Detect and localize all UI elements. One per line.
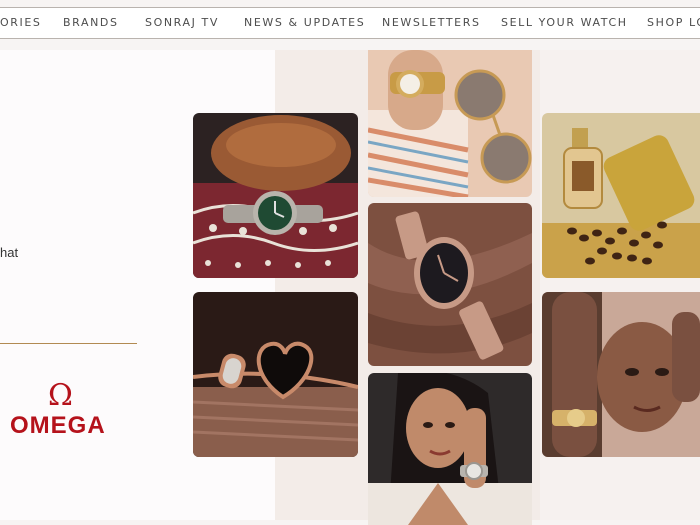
nav-item-stories[interactable]: ORIES	[0, 16, 41, 29]
nav-item-sell-your-watch[interactable]: SELL YOUR WATCH	[501, 16, 628, 29]
gallery-tile-woman-hand-face[interactable]	[542, 292, 700, 457]
nav-item-newsletters[interactable]: NEWSLETTERS	[382, 16, 481, 29]
gallery-tile-heart-bangle[interactable]	[193, 292, 358, 457]
intro-teaser-text: hat	[0, 245, 19, 260]
omega-symbol-icon: Ω	[48, 378, 73, 413]
nav-item-sonraj-tv[interactable]: SONRAJ TV	[145, 16, 219, 29]
woman-hand-face-image	[542, 292, 700, 457]
nav-item-shop-local[interactable]: SHOP LO	[647, 16, 700, 29]
gallery-tile-rose-gold-watch[interactable]	[368, 203, 532, 366]
gallery-tile-perfume-coffee[interactable]	[542, 113, 700, 278]
green-dial-watch-image	[193, 113, 358, 278]
gallery-tile-woman-watch[interactable]	[368, 373, 532, 525]
omega-brand-logo[interactable]: Ω OMEGA	[10, 378, 125, 442]
top-navigation-bar: ORIES BRANDS SONRAJ TV NEWS & UPDATES NE…	[0, 7, 700, 39]
wrist-sunglasses-image	[368, 50, 532, 197]
heart-bangle-image	[193, 292, 358, 457]
rose-gold-watch-image	[368, 203, 532, 366]
gallery-tile-wrist-sunglasses[interactable]	[368, 50, 532, 197]
omega-wordmark: OMEGA	[10, 412, 106, 439]
gallery-tile-green-dial-watch[interactable]	[193, 113, 358, 278]
woman-watch-image	[368, 373, 532, 525]
gold-divider	[0, 343, 137, 344]
nav-item-news-updates[interactable]: NEWS & UPDATES	[244, 16, 365, 29]
perfume-coffee-image	[542, 113, 700, 278]
nav-item-brands[interactable]: BRANDS	[63, 16, 119, 29]
